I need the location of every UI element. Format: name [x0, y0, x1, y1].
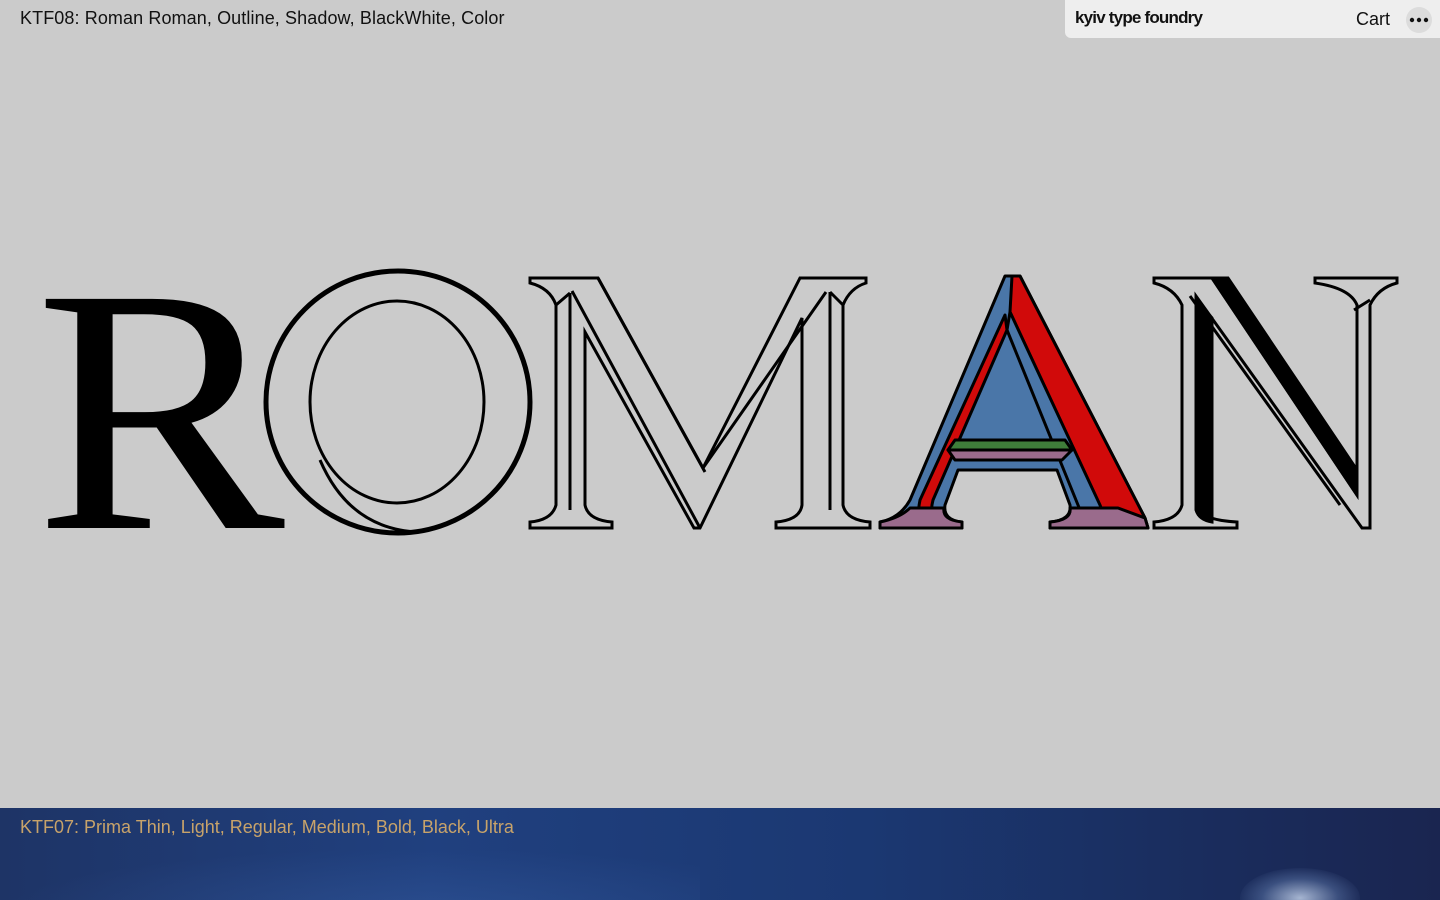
roman-wordmark: R	[35, 230, 1399, 570]
background-glow	[0, 848, 700, 900]
cart-link[interactable]: Cart	[1356, 9, 1390, 30]
letter-m-shadow	[528, 276, 872, 530]
more-menu-button[interactable]	[1406, 7, 1432, 33]
letter-r-roman: R	[35, 230, 287, 570]
logo[interactable]: kyiv type foundry	[1075, 8, 1203, 28]
letter-n-blackwhite	[1152, 276, 1399, 530]
letter-o-outline	[263, 268, 533, 536]
font-link-ktf07[interactable]: KTF07: Prima Thin, Light, Regular, Mediu…	[20, 817, 514, 838]
more-icon	[1409, 17, 1429, 23]
next-font-banner[interactable]: KTF07: Prima Thin, Light, Regular, Mediu…	[0, 808, 1440, 900]
font-link-ktf08[interactable]: KTF08: Roman Roman, Outline, Shadow, Bla…	[20, 8, 505, 29]
header-bar: kyiv type foundry Cart	[1065, 0, 1440, 38]
svg-text:R: R	[35, 230, 287, 570]
cloud-image	[1240, 868, 1360, 900]
letter-a-color	[878, 274, 1150, 530]
